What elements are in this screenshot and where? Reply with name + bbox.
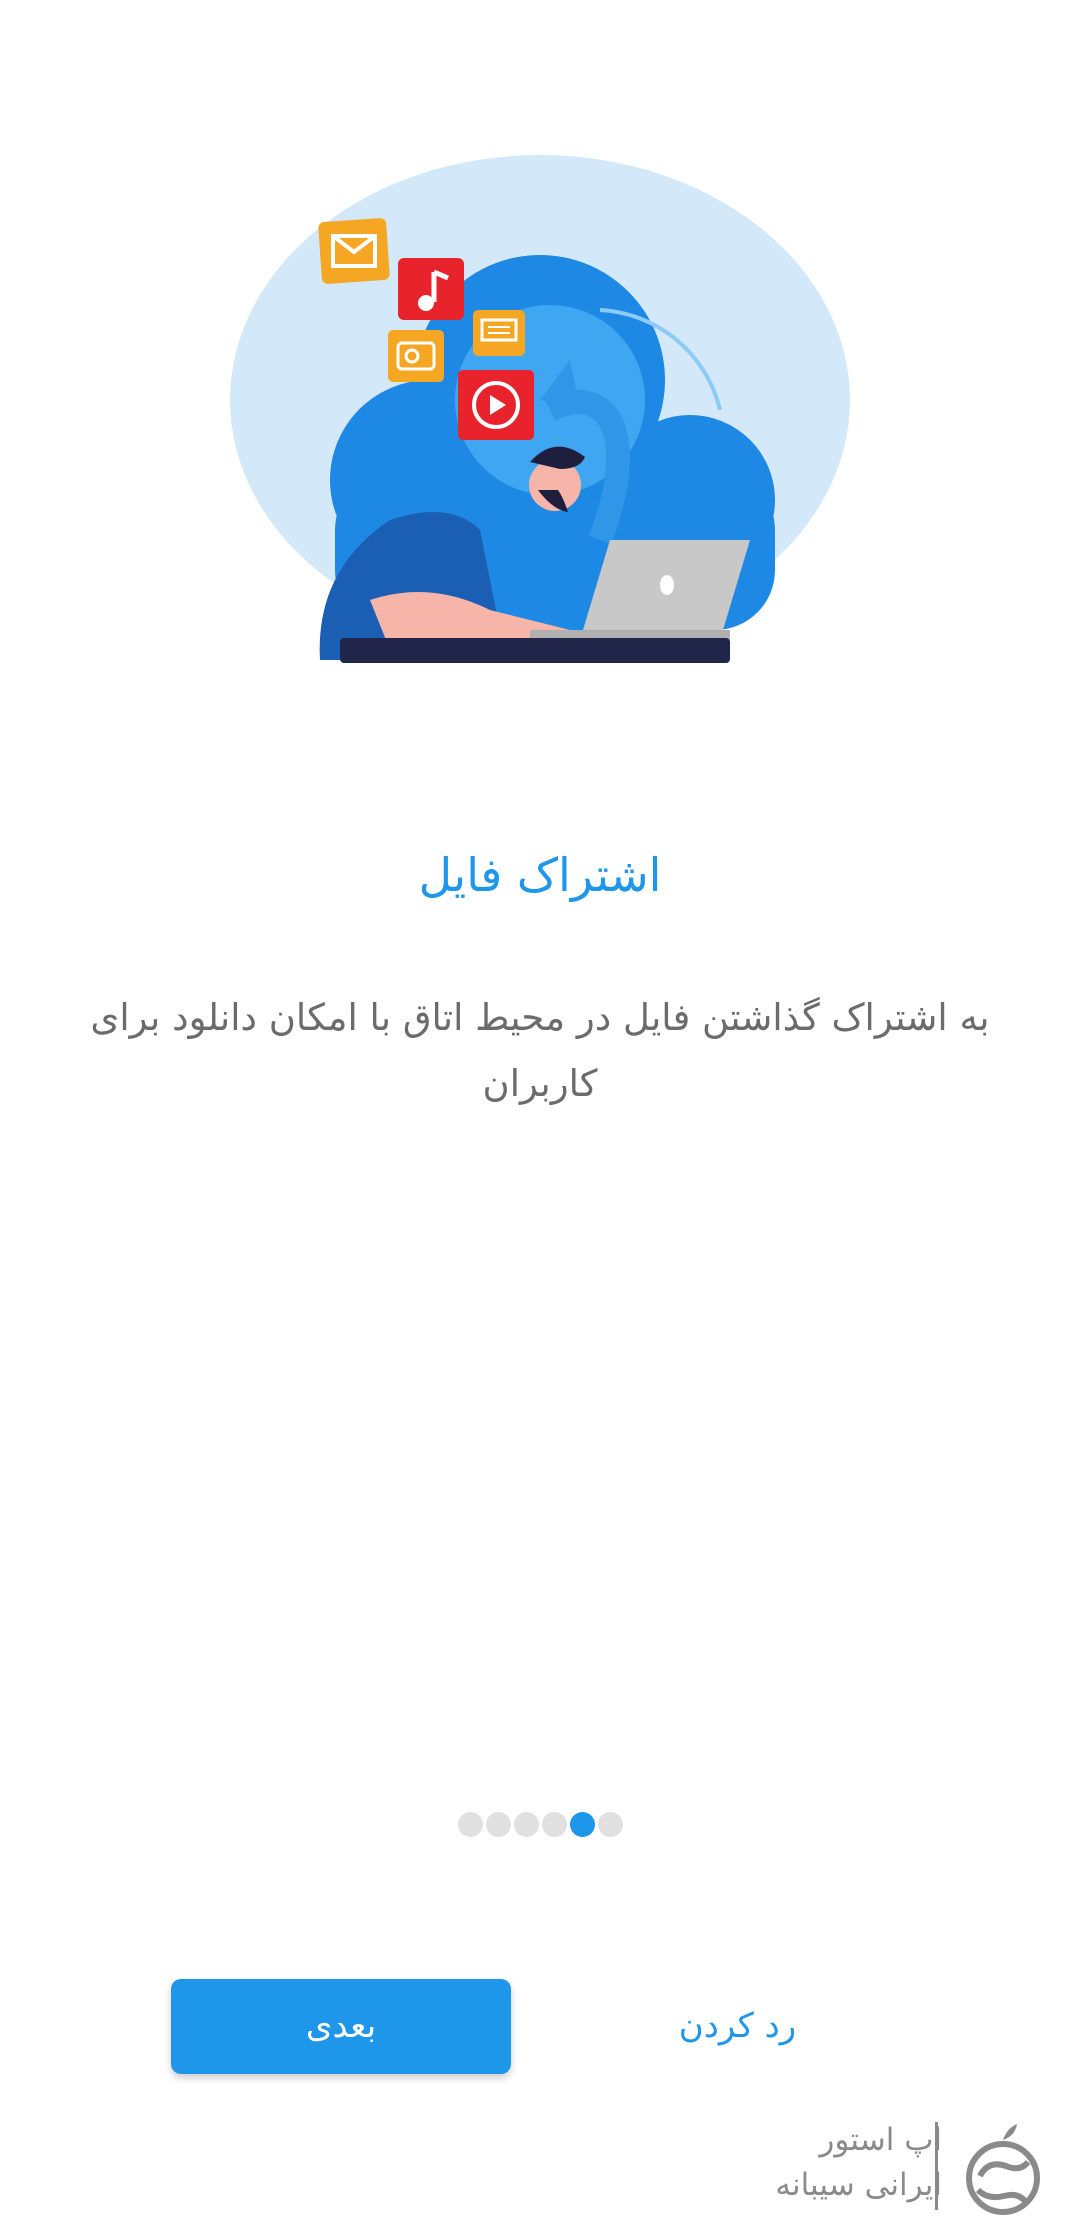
page-dot	[541, 1812, 567, 1837]
play-icon	[458, 370, 534, 440]
mail-icon	[318, 218, 390, 284]
sibaneh-logo-icon	[966, 2124, 1040, 2215]
page-dot	[457, 1812, 483, 1837]
watermark-divider	[935, 2122, 938, 2210]
page-dot	[513, 1812, 539, 1837]
page-dot	[597, 1812, 623, 1837]
watermark-line-1: اپ استور	[819, 2122, 942, 2158]
page-dot-active	[569, 1812, 595, 1837]
skip-button[interactable]: رد کردن	[600, 1979, 875, 2074]
camera-icon	[388, 330, 444, 382]
page-title: اشتراک فایل	[418, 848, 662, 902]
watermark-line-2: ایرانی سیبانه	[775, 2167, 942, 2203]
chat-icon	[473, 310, 525, 356]
music-icon	[398, 258, 464, 320]
next-button[interactable]: بعدی	[171, 1979, 511, 2074]
watermark-text: اپ استور ایرانی سیبانه	[712, 2118, 942, 2208]
page-indicator	[0, 1812, 1080, 1837]
page-description: به اشتراک گذاشتن فایل در محیط اتاق با ام…	[90, 996, 990, 1105]
file-sharing-illustration	[230, 155, 850, 663]
app-store-watermark: اپ استور ایرانی سیبانه	[730, 2118, 1050, 2223]
page-dot	[485, 1812, 511, 1837]
